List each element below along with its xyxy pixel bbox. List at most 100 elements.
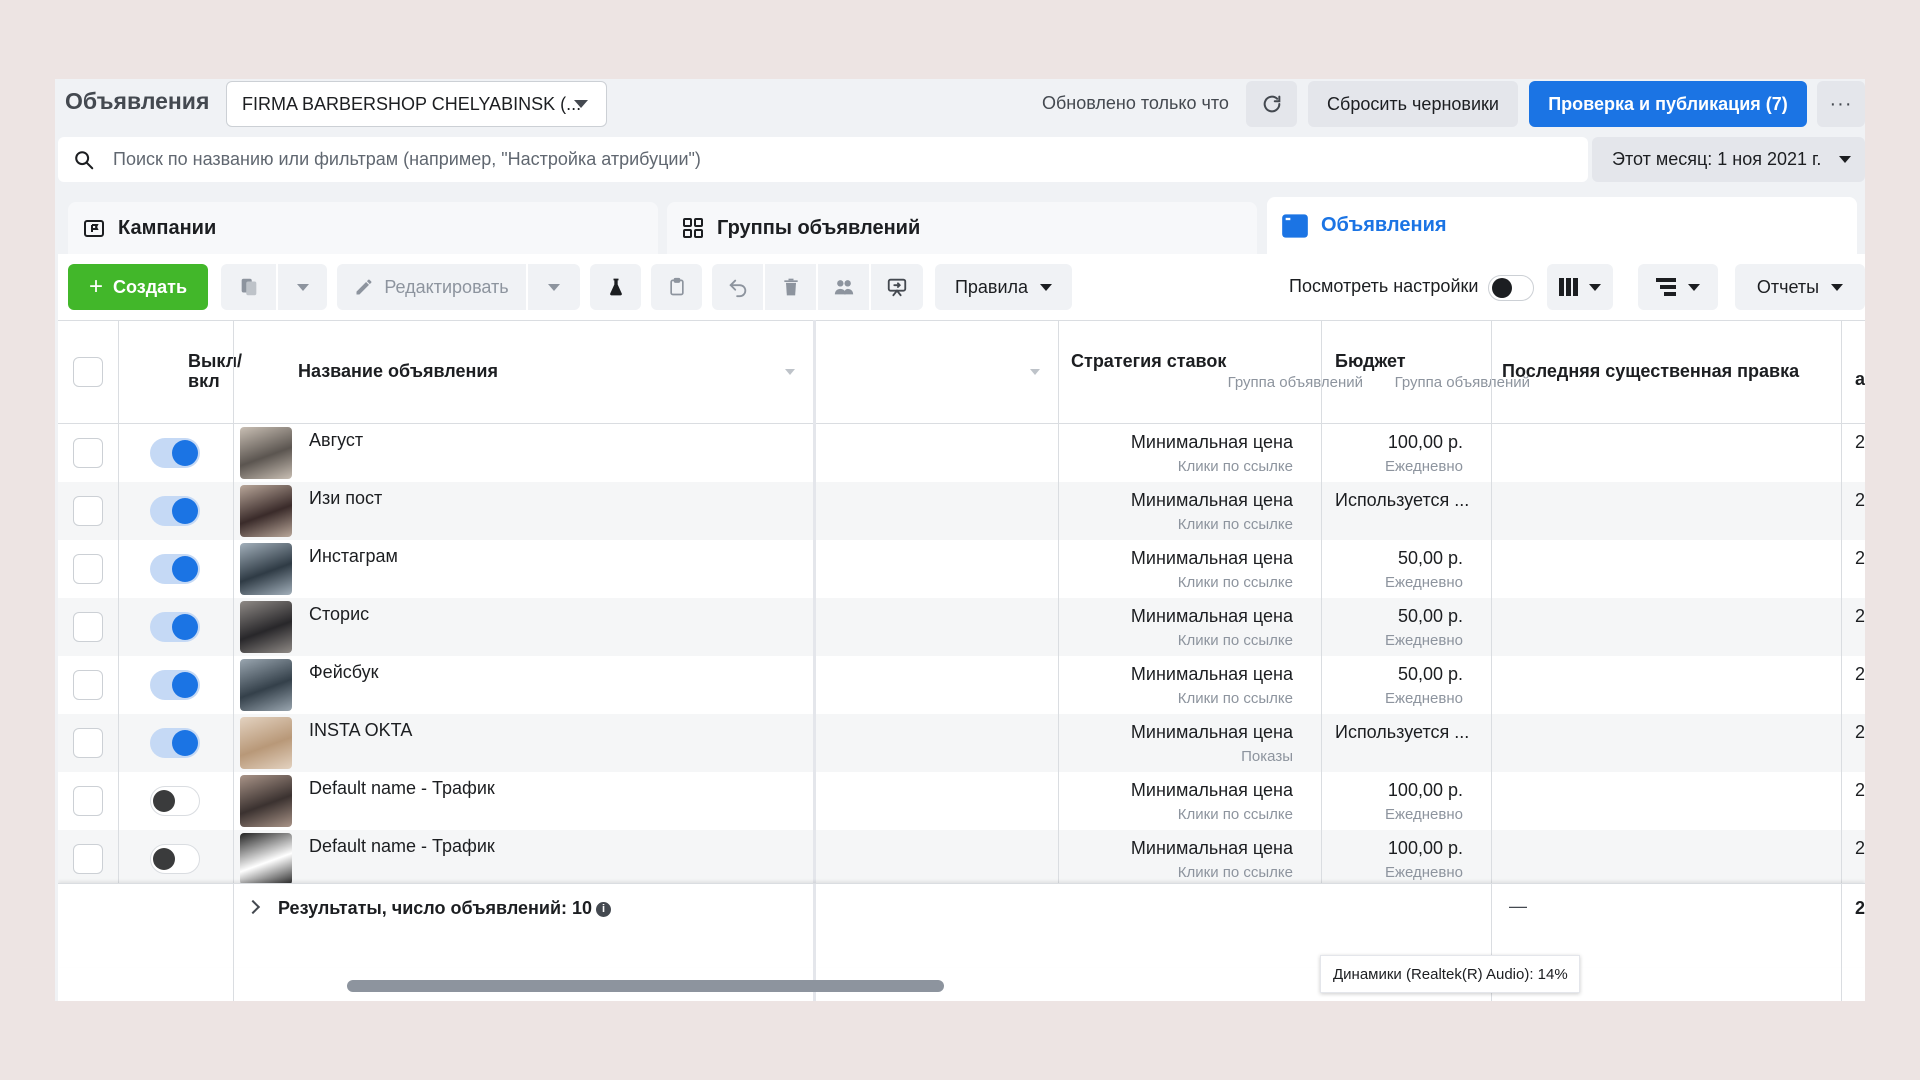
date-range-select[interactable]: Этот месяц: 1 ноя 2021 г. <box>1592 137 1865 182</box>
table-row[interactable]: Сторис Минимальная цена Клики по ссылке 50,… <box>58 598 1865 656</box>
ad-name-link[interactable]: INSTA OKTA <box>309 720 412 741</box>
ad-thumbnail[interactable] <box>240 717 292 769</box>
ad-thumbnail[interactable] <box>240 543 292 595</box>
tab-ads[interactable]: Объявления <box>1267 197 1857 254</box>
rules-label: Правила <box>954 276 1029 297</box>
view-settings-toggle[interactable] <box>1488 275 1534 301</box>
table-row[interactable]: Фейсбук Минимальная цена Клики по ссылке 50… <box>58 656 1865 714</box>
bid-strategy-sub: Клики по ссылке <box>1177 632 1293 649</box>
tab-campaigns[interactable]: Кампании <box>68 202 658 254</box>
col-divider <box>118 320 119 883</box>
column-onoff[interactable]: Выкл/ вкл <box>188 351 258 391</box>
column-last-edit[interactable]: Последняя существенная правка <box>1502 361 1799 382</box>
more-options-button[interactable]: ··· <box>1817 81 1865 127</box>
results-summary-row[interactable]: Результаты, число объявлений: 10 i — 2 <box>58 883 1865 968</box>
edit-button[interactable]: Редактировать <box>337 264 526 310</box>
table-row[interactable]: Изи пост Минимальная цена Клики по ссылке И… <box>58 482 1865 540</box>
row-checkbox[interactable] <box>73 728 103 758</box>
bid-strategy-value: Минимальная цена <box>1130 490 1293 510</box>
clipboard-button[interactable] <box>651 264 702 310</box>
ab-test-button[interactable] <box>590 264 641 310</box>
delete-button[interactable] <box>765 264 816 310</box>
row-checkbox[interactable] <box>73 438 103 468</box>
ad-status-toggle[interactable] <box>150 612 200 642</box>
chevron-right-icon[interactable] <box>245 899 261 915</box>
columns-button[interactable] <box>1547 264 1613 310</box>
row-checkbox[interactable] <box>73 554 103 584</box>
review-publish-button[interactable]: Проверка и публикация (7) <box>1529 81 1807 127</box>
edge-value: 2 <box>1855 490 1865 510</box>
preview-button[interactable] <box>871 264 923 310</box>
table-row[interactable]: Default name - Трафик Минимальная цена Кли… <box>58 772 1865 830</box>
duplicate-button[interactable] <box>221 264 276 310</box>
column-bid-strategy[interactable]: Стратегия ставок <box>1071 351 1226 372</box>
ad-name-link[interactable]: Default name - Трафик <box>309 836 495 857</box>
undo-button[interactable] <box>712 264 763 310</box>
ad-status-toggle[interactable] <box>150 554 200 584</box>
results-count: Результаты, число объявлений: 10 <box>278 898 593 918</box>
ad-thumbnail[interactable] <box>240 659 292 711</box>
date-range-label: Этот месяц: 1 ноя 2021 г. <box>1612 149 1822 169</box>
breakdown-button[interactable] <box>1638 264 1718 310</box>
ad-name-link[interactable]: Фейсбук <box>309 662 379 683</box>
reports-button[interactable]: Отчеты <box>1735 264 1865 310</box>
ad-name-link[interactable]: Default name - Трафик <box>309 778 495 799</box>
ad-name-link[interactable]: Инстаграм <box>309 546 398 567</box>
bid-strategy-sub: Клики по ссылке <box>1177 574 1293 591</box>
edit-dropdown[interactable] <box>528 264 580 310</box>
ad-thumbnail[interactable] <box>240 485 292 537</box>
ad-status-toggle[interactable] <box>150 438 200 468</box>
edge-value: 2 <box>1855 722 1865 742</box>
row-checkbox[interactable] <box>73 496 103 526</box>
table-row[interactable]: Август Минимальная цена Клики по ссылке 100… <box>58 424 1865 482</box>
people-icon <box>834 280 853 295</box>
reset-drafts-button[interactable]: Сбросить черновики <box>1308 81 1518 127</box>
refresh-button[interactable] <box>1246 81 1297 127</box>
budget-value: 50,00 р. <box>1397 548 1463 568</box>
ad-name-link[interactable]: Сторис <box>309 604 369 625</box>
row-checkbox[interactable] <box>73 612 103 642</box>
row-checkbox[interactable] <box>73 844 103 874</box>
budget-value: 50,00 р. <box>1397 606 1463 626</box>
edge-value: 2 <box>1855 606 1865 626</box>
horizontal-scrollbar[interactable] <box>347 980 944 992</box>
ad-thumbnail[interactable] <box>240 601 292 653</box>
clipboard-icon <box>669 277 684 296</box>
audience-button[interactable] <box>818 264 869 310</box>
create-label: Создать <box>112 276 188 297</box>
chevron-down-icon <box>1589 283 1601 291</box>
ad-status-toggle[interactable] <box>150 728 200 758</box>
summary-last-edit: — <box>1509 896 1527 916</box>
ad-status-toggle[interactable] <box>150 786 200 816</box>
rules-button[interactable]: Правила <box>935 264 1072 310</box>
ad-name-link[interactable]: Август <box>309 430 363 451</box>
ad-status-toggle[interactable] <box>150 670 200 700</box>
column-budget[interactable]: Бюджет <box>1335 351 1406 372</box>
search-input[interactable] <box>113 137 1573 182</box>
ad-thumbnail[interactable] <box>240 427 292 479</box>
table-row[interactable]: Инстаграм Минимальная цена Клики по ссылке… <box>58 540 1865 598</box>
budget-value: 100,00 р. <box>1387 838 1463 858</box>
sort-icon[interactable] <box>785 369 795 375</box>
ad-window-icon <box>1281 212 1309 240</box>
edge-value: 2 <box>1855 664 1865 684</box>
column-edge[interactable]: а <box>1855 369 1865 390</box>
ad-thumbnail[interactable] <box>240 833 292 885</box>
sort-icon[interactable] <box>1030 369 1040 375</box>
select-all-checkbox[interactable] <box>73 357 103 387</box>
ad-status-toggle[interactable] <box>150 844 200 874</box>
ad-name-link[interactable]: Изи пост <box>309 488 382 509</box>
account-select[interactable]: FIRMA BARBERSHOP CHELYABINSK (... <box>226 81 607 127</box>
column-ad-name[interactable]: Название объявления <box>298 361 498 382</box>
table-row[interactable]: Default name - Трафик Минимальная цена Кли… <box>58 830 1865 888</box>
row-checkbox[interactable] <box>73 670 103 700</box>
info-icon[interactable]: i <box>596 902 612 917</box>
create-button[interactable]: + Создать <box>68 264 208 310</box>
ad-thumbnail[interactable] <box>240 775 292 827</box>
table-row[interactable]: INSTA OKTA Минимальная цена Показы Использу… <box>58 714 1865 772</box>
duplicate-dropdown[interactable] <box>278 264 327 310</box>
row-checkbox[interactable] <box>73 786 103 816</box>
ad-status-toggle[interactable] <box>150 496 200 526</box>
tab-adsets[interactable]: Группы объявлений <box>667 202 1257 254</box>
chevron-down-icon <box>548 283 560 291</box>
